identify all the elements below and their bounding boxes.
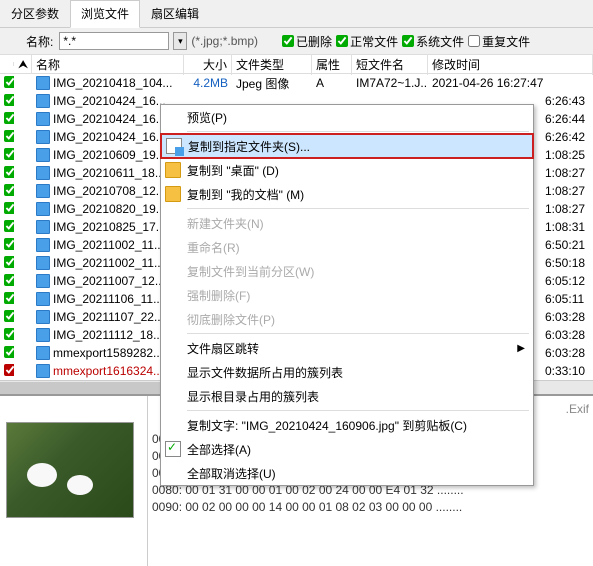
file-icon xyxy=(36,202,50,216)
filter-ext: (*.jpg;*.bmp) xyxy=(191,34,258,48)
row-check[interactable] xyxy=(4,328,14,340)
menu-force-delete[interactable]: 强制删除(F) xyxy=(161,283,533,307)
row-check[interactable] xyxy=(4,76,14,88)
col-up[interactable]: ⮝ xyxy=(14,55,32,74)
row-check[interactable] xyxy=(4,346,14,358)
thumbnail-image xyxy=(6,422,134,518)
chk-repeat[interactable]: 重复文件 xyxy=(468,33,530,50)
col-mod[interactable]: 修改时间 xyxy=(428,54,593,75)
row-check[interactable] xyxy=(4,256,14,268)
menu-copy-text[interactable]: 复制文字: "IMG_20210424_160906.jpg" 到剪贴板(C) xyxy=(161,413,533,437)
menu-preview[interactable]: 预览(P) xyxy=(161,105,533,129)
menu-copy-to-folder[interactable]: 复制到指定文件夹(S)... xyxy=(160,133,534,159)
context-menu: 预览(P) 复制到指定文件夹(S)... 复制到 "桌面" (D) 复制到 "我… xyxy=(160,104,534,486)
row-check[interactable] xyxy=(4,148,14,160)
row-check[interactable] xyxy=(4,130,14,142)
row-check[interactable] xyxy=(4,94,14,106)
paste-icon xyxy=(166,138,182,154)
check-icon xyxy=(165,441,181,457)
row-check[interactable] xyxy=(4,220,14,232)
file-icon xyxy=(36,310,50,324)
file-icon xyxy=(36,220,50,234)
menu-copy-desktop[interactable]: 复制到 "桌面" (D) xyxy=(161,158,533,182)
file-icon xyxy=(36,256,50,270)
file-icon xyxy=(36,166,50,180)
chk-deleted[interactable]: 已删除 xyxy=(282,33,332,50)
file-icon xyxy=(36,346,50,360)
file-icon xyxy=(36,184,50,198)
submenu-arrow-icon: ▶ xyxy=(517,343,525,354)
file-icon xyxy=(36,94,50,108)
col-sfn[interactable]: 短文件名 xyxy=(352,54,428,75)
menu-perm-delete[interactable]: 彻底删除文件(P) xyxy=(161,307,533,331)
table-header: ⮝ 名称 大小 文件类型 属性 短文件名 修改时间 xyxy=(0,54,593,74)
table-row[interactable]: IMG_20210418_104... 4.2MB Jpeg 图像 A IM7A… xyxy=(0,74,593,92)
file-icon xyxy=(36,364,50,378)
tab-browse[interactable]: 浏览文件 xyxy=(70,0,140,28)
tab-sector[interactable]: 扇区编辑 xyxy=(140,0,210,27)
row-check[interactable] xyxy=(4,112,14,124)
row-check[interactable] xyxy=(4,166,14,178)
menu-deselect-all[interactable]: 全部取消选择(U) xyxy=(161,461,533,485)
menu-data-clusters[interactable]: 显示文件数据所占用的簇列表 xyxy=(161,360,533,384)
file-icon xyxy=(36,130,50,144)
row-check[interactable] xyxy=(4,310,14,322)
row-check[interactable] xyxy=(4,202,14,214)
file-icon xyxy=(36,76,50,90)
folder-icon xyxy=(165,162,181,178)
filter-bar: 名称: ▾ (*.jpg;*.bmp) 已删除 正常文件 系统文件 重复文件 xyxy=(0,28,593,54)
filter-dropdown[interactable]: ▾ xyxy=(173,32,187,50)
file-icon xyxy=(36,112,50,126)
row-check[interactable] xyxy=(4,364,14,376)
name-label: 名称: xyxy=(26,33,53,50)
file-icon xyxy=(36,238,50,252)
tab-partition[interactable]: 分区参数 xyxy=(0,0,70,27)
col-size[interactable]: 大小 xyxy=(184,54,232,75)
row-check[interactable] xyxy=(4,184,14,196)
chk-normal[interactable]: 正常文件 xyxy=(336,33,398,50)
col-type[interactable]: 文件类型 xyxy=(232,54,312,75)
menu-select-all[interactable]: 全部选择(A) xyxy=(161,437,533,461)
file-icon xyxy=(36,328,50,342)
row-check[interactable] xyxy=(4,274,14,286)
menu-root-clusters[interactable]: 显示根目录占用的簇列表 xyxy=(161,384,533,408)
row-check[interactable] xyxy=(4,238,14,250)
col-name[interactable]: 名称 xyxy=(32,54,184,75)
menu-sector-jump[interactable]: 文件扇区跳转▶ xyxy=(161,336,533,360)
folder-icon xyxy=(165,186,181,202)
menu-new-folder[interactable]: 新建文件夹(N) xyxy=(161,211,533,235)
file-icon xyxy=(36,274,50,288)
row-check[interactable] xyxy=(4,292,14,304)
thumbnail-pane xyxy=(0,396,148,566)
menu-rename[interactable]: 重命名(R) xyxy=(161,235,533,259)
file-icon xyxy=(36,148,50,162)
name-filter-input[interactable] xyxy=(59,32,169,50)
menu-copy-docs[interactable]: 复制到 "我的文档" (M) xyxy=(161,182,533,206)
chk-system[interactable]: 系统文件 xyxy=(402,33,464,50)
menu-copy-to-partition[interactable]: 复制文件到当前分区(W) xyxy=(161,259,533,283)
col-attr[interactable]: 属性 xyxy=(312,54,352,75)
tab-bar: 分区参数 浏览文件 扇区编辑 xyxy=(0,0,593,28)
file-icon xyxy=(36,292,50,306)
